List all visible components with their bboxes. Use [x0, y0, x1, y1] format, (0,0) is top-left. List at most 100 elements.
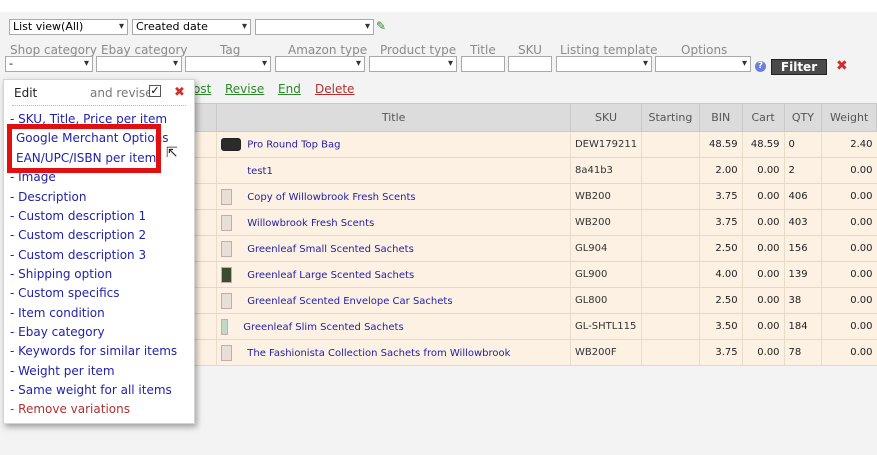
menu-divider	[12, 105, 186, 106]
row-sku: WB200	[570, 183, 643, 210]
row-weight: 0.00	[821, 235, 877, 262]
row-starting	[641, 235, 700, 262]
product-title-link[interactable]: The Fashionista Collection Sachets from …	[247, 348, 510, 359]
row-bin: 3.50	[699, 313, 743, 340]
row-bin: 3.75	[699, 339, 743, 366]
end-link[interactable]: End	[278, 82, 301, 96]
delete-link[interactable]: Delete	[315, 82, 354, 96]
product-title-link[interactable]: Greenleaf Large Scented Sachets	[247, 270, 414, 281]
label-options: Options	[681, 43, 728, 57]
row-sku: GL800	[570, 287, 643, 314]
row-title: Greenleaf Slim Scented Sachets	[216, 313, 571, 340]
header-title[interactable]: Title	[216, 103, 571, 132]
product-title-link[interactable]: Willowbrook Fresh Scents	[247, 218, 374, 229]
label-sku: SKU	[518, 43, 542, 57]
chevron-down-icon: ▾	[447, 58, 453, 69]
label-ebay-category: Ebay category	[101, 43, 188, 57]
menu-item[interactable]: - Shipping option	[10, 267, 112, 281]
menu-item[interactable]: - Custom description 1	[10, 209, 146, 223]
row-sku: DEW179211	[570, 131, 643, 158]
product-thumbnail	[221, 292, 233, 309]
sku-input[interactable]	[508, 56, 552, 72]
row-title: Greenleaf Scented Envelope Car Sachets	[216, 287, 571, 314]
revise-link[interactable]: Revise	[225, 82, 264, 96]
close-icon[interactable]: ✖	[836, 58, 848, 74]
header-weight[interactable]: Weight	[821, 103, 877, 132]
label-shop-category: Shop category	[10, 43, 98, 57]
row-bin: 3.75	[699, 209, 743, 236]
row-sku: 8a41b3	[570, 157, 643, 184]
row-bin: 2.50	[699, 235, 743, 262]
row-cart: 0.00	[742, 261, 785, 288]
product-title-link[interactable]: Greenleaf Small Scented Sachets	[247, 244, 414, 255]
title-input[interactable]	[461, 56, 505, 72]
label-amazon-type: Amazon type	[288, 43, 368, 57]
shop-category-select[interactable]: - ▾	[5, 56, 93, 72]
product-thumbnail	[221, 188, 233, 205]
row-starting	[641, 209, 700, 236]
view-select[interactable]: List view(All) ▾	[9, 19, 128, 35]
chevron-down-icon: ▾	[172, 58, 178, 69]
product-title-link[interactable]: Pro Round Top Bag	[247, 140, 340, 151]
help-icon[interactable]: ?	[755, 61, 766, 72]
product-title-link[interactable]: Copy of Willowbrook Fresh Scents	[247, 192, 415, 203]
product-thumbnail	[221, 318, 229, 335]
header-bin[interactable]: BIN	[698, 103, 743, 132]
menu-item[interactable]: - Remove variations	[10, 402, 130, 416]
row-weight: 2.40	[821, 131, 877, 158]
product-title-link[interactable]: Greenleaf Slim Scented Sachets	[243, 322, 403, 333]
shop-category-value: -	[9, 57, 13, 70]
row-cart: 0.00	[742, 209, 785, 236]
label-product-type: Product type	[380, 43, 457, 57]
row-title: test1	[216, 157, 571, 184]
list-link[interactable]: ost	[193, 82, 211, 96]
header-qty[interactable]: QTY	[783, 103, 823, 132]
menu-item[interactable]: - Weight per item	[10, 364, 115, 378]
row-starting	[641, 287, 700, 314]
row-cart: 0.00	[742, 157, 785, 184]
row-qty: 0	[784, 131, 823, 158]
header-starting[interactable]: Starting	[641, 103, 700, 132]
product-title-link[interactable]: Greenleaf Scented Envelope Car Sachets	[247, 296, 452, 307]
row-sku: WB200F	[570, 339, 643, 366]
pin-icon[interactable]: ✎	[376, 19, 386, 33]
product-type-select[interactable]: ▾	[369, 56, 457, 72]
listing-template-select[interactable]: ▾	[556, 56, 652, 72]
menu-item[interactable]: - Custom description 3	[10, 248, 146, 262]
row-weight: 0.00	[821, 183, 877, 210]
product-thumbnail	[221, 266, 233, 283]
amazon-type-select[interactable]: ▾	[275, 56, 365, 72]
chevron-down-icon: ▾	[241, 21, 247, 32]
row-starting	[641, 157, 700, 184]
filter-button[interactable]: Filter	[771, 59, 827, 75]
mouse-cursor-icon: ⇱	[166, 145, 178, 161]
row-sku: GL900	[570, 261, 643, 288]
row-bin: 2.50	[699, 287, 743, 314]
row-weight: 0.00	[821, 287, 877, 314]
row-starting	[641, 339, 700, 366]
close-icon[interactable]: ✖	[174, 85, 185, 100]
menu-item[interactable]: - Same weight for all items	[10, 383, 172, 397]
view-select-value: List view(All)	[13, 20, 84, 33]
tag-select[interactable]: ▾	[185, 56, 271, 72]
menu-item[interactable]: - Description	[10, 190, 87, 204]
and-revise-checkbox[interactable]: ✓	[149, 85, 161, 97]
row-title: The Fashionista Collection Sachets from …	[216, 339, 571, 366]
menu-item[interactable]: - Custom description 2	[10, 228, 146, 242]
header-cart[interactable]: Cart	[741, 103, 785, 132]
secondary-select[interactable]: ▾	[255, 19, 374, 35]
row-title: Greenleaf Small Scented Sachets	[216, 235, 571, 262]
header-sku[interactable]: SKU	[569, 103, 643, 132]
highlight-box	[7, 124, 161, 173]
product-title-link[interactable]: test1	[247, 166, 273, 177]
menu-item[interactable]: - Ebay category	[10, 325, 105, 339]
row-cart: 0.00	[742, 339, 785, 366]
menu-item[interactable]: - Item condition	[10, 306, 105, 320]
menu-item[interactable]: - Custom specifics	[10, 286, 120, 300]
row-title: Pro Round Top Bag	[216, 131, 571, 158]
menu-item[interactable]: - Keywords for similar items	[10, 344, 177, 358]
sort-select[interactable]: Created date ▾	[132, 19, 251, 35]
ebay-category-select[interactable]: ▾	[96, 56, 182, 72]
row-weight: 0.00	[821, 339, 877, 366]
options-select[interactable]: ▾	[655, 56, 751, 72]
